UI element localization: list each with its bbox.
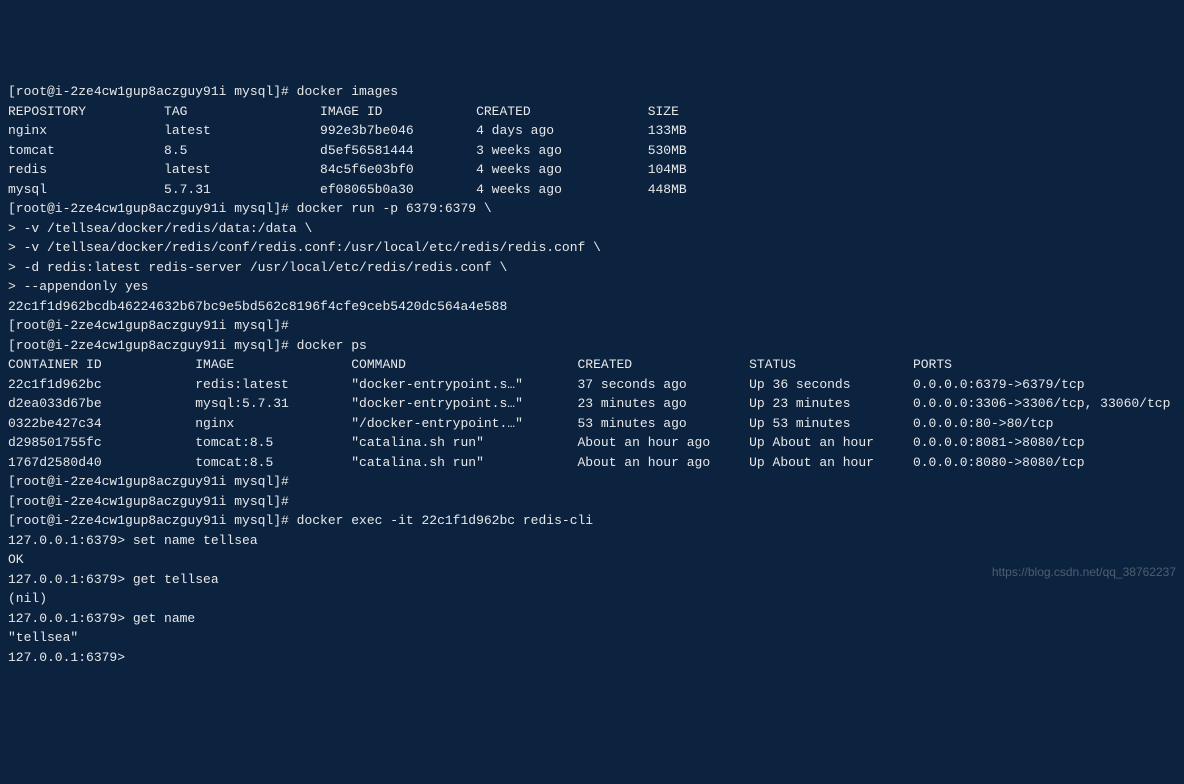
watermark: https://blog.csdn.net/qq_38762237 [992, 563, 1176, 583]
